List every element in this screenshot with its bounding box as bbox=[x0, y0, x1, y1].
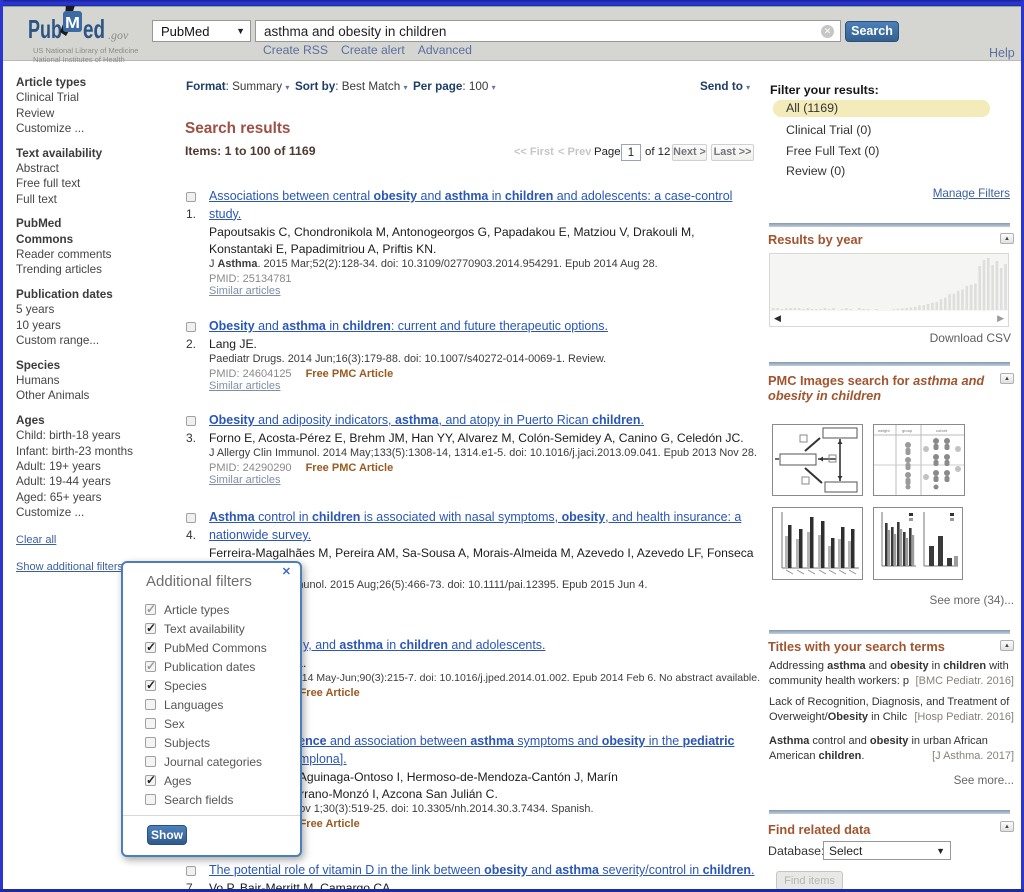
svg-text:ed: ed bbox=[83, 14, 105, 44]
svg-text:M: M bbox=[65, 15, 80, 32]
svg-text:weight: weight bbox=[878, 428, 890, 433]
svg-text:Pub: Pub bbox=[28, 14, 62, 44]
svg-text:.gov: .gov bbox=[108, 28, 129, 42]
svg-text:group: group bbox=[902, 428, 913, 433]
svg-text:cohort: cohort bbox=[936, 428, 948, 433]
